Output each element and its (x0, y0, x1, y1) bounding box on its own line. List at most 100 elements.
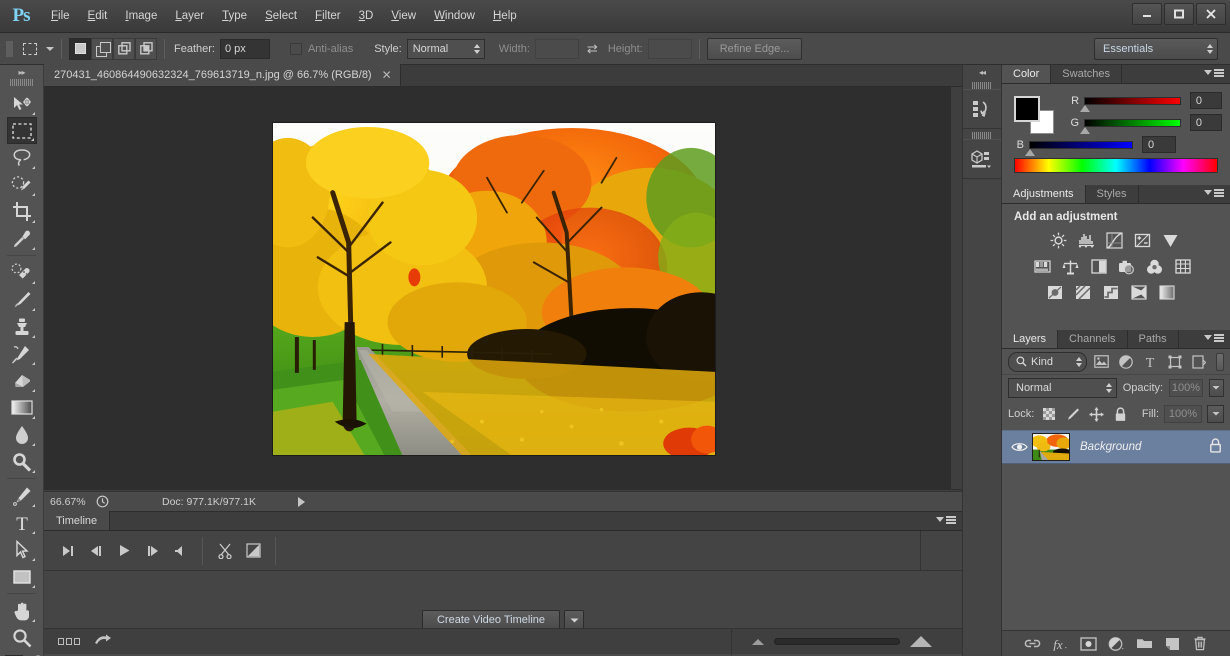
fill-dropdown-icon[interactable] (1207, 405, 1224, 423)
layer-filter-kind-select[interactable]: Kind (1008, 352, 1087, 372)
toolbar-collapse-icon[interactable]: ▸▸ (0, 65, 43, 79)
rectangular-marquee-tool[interactable] (7, 117, 37, 144)
properties-3d-panel-icon[interactable] (963, 139, 1001, 179)
exposure-icon[interactable] (1132, 230, 1153, 251)
add-layer-mask-icon[interactable] (1077, 633, 1099, 655)
link-layers-icon[interactable] (1021, 633, 1043, 655)
type-layer-filter-icon[interactable]: T (1140, 352, 1160, 372)
history-brush-tool[interactable] (7, 340, 37, 367)
adjustments-panel-menu-icon[interactable] (1204, 189, 1224, 197)
tab-layers[interactable]: Layers (1002, 330, 1058, 348)
vibrance-icon[interactable] (1160, 230, 1181, 251)
document-tab[interactable]: 270431_460864490632324_769613719_n.jpg @… (44, 64, 401, 86)
tab-color[interactable]: Color (1002, 65, 1051, 83)
zoom-level-field[interactable]: 66.67% (44, 496, 92, 508)
tab-adjustments[interactable]: Adjustments (1002, 185, 1086, 203)
anti-alias-checkbox[interactable] (290, 43, 302, 55)
audio-icon[interactable] (166, 537, 194, 565)
options-bar-grip[interactable] (6, 38, 13, 60)
delete-layer-icon[interactable] (1189, 633, 1211, 655)
refine-edge-button[interactable]: Refine Edge... (707, 38, 803, 60)
maximize-button[interactable] (1164, 3, 1194, 25)
tab-paths[interactable]: Paths (1128, 330, 1179, 348)
height-input[interactable] (648, 39, 692, 59)
black-and-white-icon[interactable] (1088, 256, 1109, 277)
workspace-switcher[interactable]: Essentials (1094, 38, 1218, 60)
blue-channel-value[interactable]: 0 (1142, 136, 1176, 153)
timeline-body[interactable]: Create Video Timeline (44, 571, 962, 654)
path-selection-tool[interactable] (7, 536, 37, 563)
go-to-first-frame-icon[interactable] (54, 537, 82, 565)
red-channel-slider[interactable] (1084, 97, 1181, 105)
blue-channel-slider[interactable] (1029, 141, 1133, 149)
invert-icon[interactable] (1044, 282, 1065, 303)
photo-filter-icon[interactable] (1116, 256, 1137, 277)
tool-preset-chevron-down-icon[interactable] (46, 47, 54, 51)
layer-lock-icon[interactable] (1209, 438, 1222, 456)
minimize-button[interactable] (1132, 3, 1162, 25)
tab-swatches[interactable]: Swatches (1051, 65, 1122, 83)
feather-input[interactable] (220, 39, 270, 59)
table-row[interactable]: Background (1002, 430, 1230, 464)
lock-image-pixels-icon[interactable] (1063, 405, 1082, 424)
lock-transparent-pixels-icon[interactable] (1039, 405, 1058, 424)
gradient-tool[interactable] (7, 394, 37, 421)
new-group-icon[interactable] (1133, 633, 1155, 655)
timeline-panel-menu-icon[interactable] (936, 516, 956, 524)
menu-type[interactable]: Type (213, 6, 256, 26)
color-balance-icon[interactable] (1060, 256, 1081, 277)
chevron-down-icon[interactable] (564, 610, 584, 630)
opacity-dropdown-icon[interactable] (1209, 379, 1224, 397)
style-select[interactable]: Normal (407, 39, 485, 59)
menu-window[interactable]: Window (425, 6, 484, 26)
convert-to-frame-animation-icon[interactable] (58, 638, 80, 645)
lock-position-icon[interactable] (1087, 405, 1106, 424)
menu-edit[interactable]: Edit (79, 6, 117, 26)
dodge-tool[interactable] (7, 448, 37, 475)
tab-channels[interactable]: Channels (1058, 330, 1127, 348)
previous-frame-icon[interactable] (82, 537, 110, 565)
new-layer-icon[interactable] (1161, 633, 1183, 655)
brightness-contrast-icon[interactable] (1048, 230, 1069, 251)
new-selection-button[interactable] (69, 38, 91, 60)
curves-icon[interactable] (1104, 230, 1125, 251)
close-button[interactable] (1196, 3, 1226, 25)
zoom-tool[interactable] (7, 624, 37, 651)
close-icon[interactable]: ✕ (382, 70, 392, 80)
eye-icon[interactable] (1006, 441, 1032, 453)
menu-filter[interactable]: Filter (306, 6, 350, 26)
create-video-timeline-button[interactable]: Create Video Timeline (422, 610, 560, 630)
pixel-layer-filter-icon[interactable] (1091, 352, 1111, 372)
menu-select[interactable]: Select (256, 6, 306, 26)
pen-tool[interactable] (7, 482, 37, 509)
play-icon[interactable] (110, 537, 138, 565)
adjustment-layer-filter-icon[interactable] (1116, 352, 1136, 372)
levels-icon[interactable] (1076, 230, 1097, 251)
lasso-tool[interactable] (7, 144, 37, 171)
black-white-ramp-swatches[interactable] (1203, 159, 1217, 172)
menu-help[interactable]: Help (484, 6, 526, 26)
menu-image[interactable]: Image (116, 6, 166, 26)
brush-tool[interactable] (7, 286, 37, 313)
rectangle-tool[interactable] (7, 563, 37, 590)
next-frame-icon[interactable] (138, 537, 166, 565)
intersect-selection-button[interactable] (135, 38, 157, 60)
swap-width-height-icon[interactable]: ⇄ (587, 41, 598, 57)
expand-panels-icon[interactable]: ◂◂ (963, 65, 1001, 79)
green-channel-slider[interactable] (1084, 119, 1181, 127)
color-spectrum-ramp[interactable] (1014, 158, 1218, 173)
gradient-map-icon[interactable] (1128, 282, 1149, 303)
menu-layer[interactable]: Layer (166, 6, 213, 26)
opacity-value[interactable]: 100% (1169, 379, 1203, 397)
green-channel-value[interactable]: 0 (1190, 114, 1222, 131)
spot-healing-brush-tool[interactable] (7, 259, 37, 286)
layers-panel-menu-icon[interactable] (1204, 334, 1224, 342)
split-clip-scissors-icon[interactable] (211, 537, 239, 565)
hue-saturation-icon[interactable] (1032, 256, 1053, 277)
fill-value[interactable]: 100% (1164, 405, 1202, 423)
threshold-icon[interactable] (1100, 282, 1121, 303)
layer-filter-toggle-switch[interactable] (1216, 353, 1225, 371)
width-input[interactable] (535, 39, 579, 59)
add-to-selection-button[interactable] (91, 38, 113, 60)
menu-file[interactable]: File (42, 6, 79, 26)
